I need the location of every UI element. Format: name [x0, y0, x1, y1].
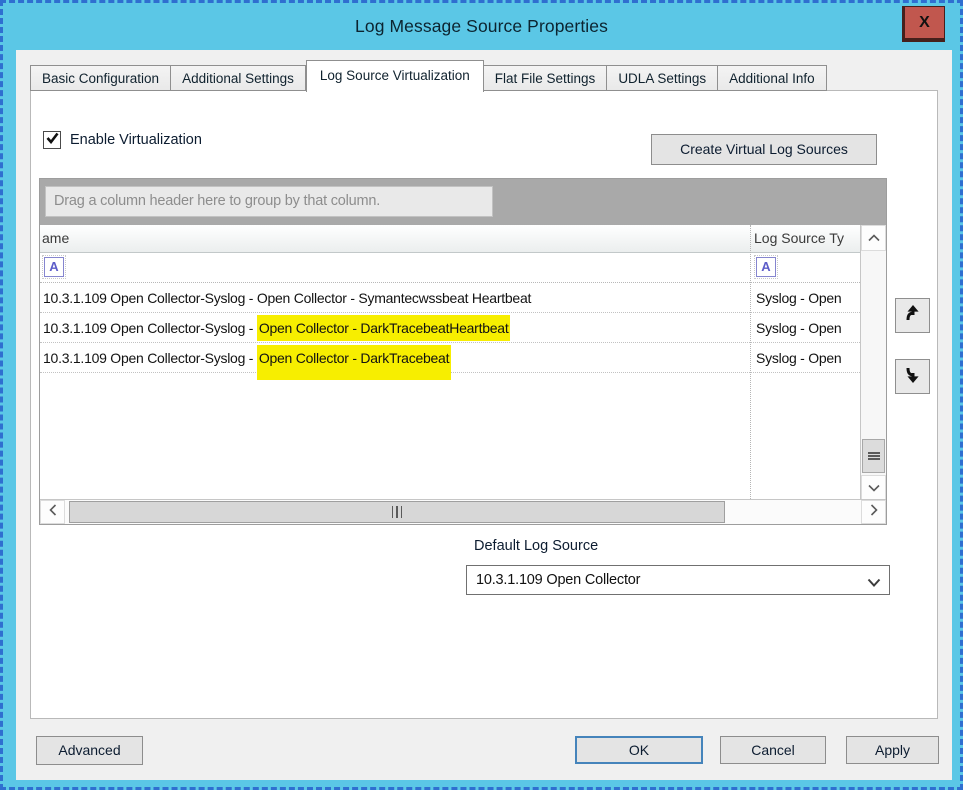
table-row[interactable]: 10.3.1.109 Open Collector-Syslog - Open …	[40, 313, 862, 343]
log-source-name: 10.3.1.109 Open Collector-Syslog - Open …	[43, 343, 451, 373]
chevron-right-icon	[870, 503, 878, 521]
filter-icon-type-column[interactable]: A	[756, 257, 776, 277]
window-title: Log Message Source Properties	[3, 3, 960, 50]
tab-additional-settings[interactable]: Additional Settings	[171, 65, 306, 91]
filter-icon-name-column[interactable]: A	[44, 257, 64, 277]
curved-arrow-down-icon	[902, 364, 923, 390]
vertical-scroll-thumb[interactable]	[862, 439, 885, 473]
scroll-right-button[interactable]	[861, 500, 886, 524]
ok-button[interactable]: OK	[575, 736, 703, 764]
dropdown-selected-value: 10.3.1.109 Open Collector	[476, 566, 640, 594]
enable-virtualization-row: Enable Virtualization	[43, 131, 202, 149]
log-source-type: Syslog - Open	[756, 313, 841, 343]
log-source-name: 10.3.1.109 Open Collector-Syslog - Open …	[43, 283, 531, 313]
log-source-name-prefix: 10.3.1.109 Open Collector-Syslog -	[43, 320, 257, 336]
grid-body: ame Log Source Ty A A 10.3.1.109 Open Co…	[40, 225, 862, 501]
vertical-scrollbar[interactable]	[860, 225, 886, 501]
horizontal-scroll-thumb[interactable]	[69, 501, 725, 523]
thumb-grip-icon	[390, 506, 404, 518]
tab-udla-settings[interactable]: UDLA Settings	[607, 65, 718, 91]
move-up-button[interactable]	[895, 298, 930, 333]
column-header-log-source-type[interactable]: Log Source Ty	[754, 225, 844, 252]
scroll-up-button[interactable]	[861, 225, 886, 251]
check-icon	[46, 131, 59, 149]
create-virtual-log-sources-button[interactable]: Create Virtual Log Sources	[651, 134, 877, 165]
highlight-annotation: Open Collector - DarkTracebeatHeartbeat	[257, 315, 511, 341]
log-message-source-properties-dialog: Log Message Source Properties X Basic Co…	[0, 0, 963, 790]
table-row[interactable]: 10.3.1.109 Open Collector-Syslog - Open …	[40, 343, 862, 373]
group-by-bar[interactable]: Drag a column header here to group by th…	[40, 179, 886, 225]
apply-button[interactable]: Apply	[846, 736, 939, 764]
grid-header-row: ame Log Source Ty	[40, 225, 862, 253]
chevron-down-icon	[867, 575, 881, 593]
tab-strip: Basic Configuration Additional Settings …	[30, 59, 827, 91]
column-header-name[interactable]: ame	[42, 225, 69, 252]
group-by-hint: Drag a column header here to group by th…	[45, 186, 493, 217]
scroll-left-button[interactable]	[40, 500, 65, 524]
thumb-grip-icon	[868, 451, 880, 462]
tab-log-source-virtualization[interactable]: Log Source Virtualization	[306, 60, 484, 92]
curved-arrow-up-icon	[902, 303, 923, 329]
tab-basic-configuration[interactable]: Basic Configuration	[30, 65, 171, 91]
enable-virtualization-checkbox[interactable]	[43, 131, 61, 149]
chevron-up-icon	[868, 229, 880, 247]
chevron-down-icon	[868, 479, 880, 497]
highlight-annotation: Open Collector - DarkTracebeat	[257, 345, 451, 380]
advanced-button[interactable]: Advanced	[36, 736, 143, 765]
horizontal-scrollbar[interactable]	[40, 499, 886, 524]
default-log-source-label: Default Log Source	[474, 538, 598, 554]
chevron-left-icon	[49, 503, 57, 521]
scroll-down-button[interactable]	[861, 475, 886, 501]
log-source-name-prefix: 10.3.1.109 Open Collector-Syslog -	[43, 350, 257, 366]
title-bar[interactable]: Log Message Source Properties X	[3, 3, 960, 50]
virtual-log-sources-grid: Drag a column header here to group by th…	[39, 178, 887, 525]
cancel-button[interactable]: Cancel	[720, 736, 826, 764]
log-source-type: Syslog - Open	[756, 343, 841, 373]
enable-virtualization-label: Enable Virtualization	[70, 132, 202, 148]
log-source-name: 10.3.1.109 Open Collector-Syslog - Open …	[43, 313, 510, 343]
default-log-source-dropdown[interactable]: 10.3.1.109 Open Collector	[466, 565, 890, 595]
tab-additional-info[interactable]: Additional Info	[718, 65, 827, 91]
table-row[interactable]: 10.3.1.109 Open Collector-Syslog - Open …	[40, 283, 862, 313]
tab-flat-file-settings[interactable]: Flat File Settings	[484, 65, 608, 91]
filter-row: A A	[40, 253, 862, 283]
log-source-type: Syslog - Open	[756, 283, 841, 313]
move-down-button[interactable]	[895, 359, 930, 394]
close-button[interactable]: X	[902, 6, 945, 42]
